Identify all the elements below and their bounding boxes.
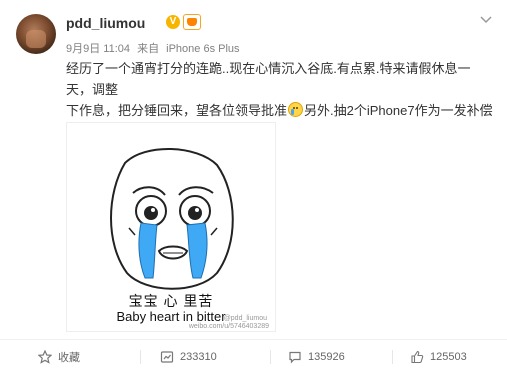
post-timestamp[interactable]: 9月9日 11:04 — [66, 43, 130, 55]
watermark-url: weibo.com/u/5746403289 — [188, 323, 269, 330]
post-meta: 9月9日 11:04 来自 iPhone 6s Plus — [66, 40, 240, 56]
member-crown-icon[interactable] — [183, 14, 201, 30]
like-button[interactable]: 125503 — [410, 340, 467, 373]
post-source[interactable]: iPhone 6s Plus — [166, 43, 239, 55]
favorite-button[interactable]: 收藏 — [38, 340, 80, 373]
user-avatar[interactable] — [16, 14, 56, 54]
comment-count: 135926 — [308, 351, 345, 363]
repost-button[interactable]: 233310 — [160, 340, 217, 373]
action-divider — [270, 350, 271, 364]
favorite-label: 收藏 — [58, 352, 80, 364]
comment-icon — [289, 351, 301, 364]
comment-button[interactable]: 135926 — [288, 340, 345, 373]
thumbs-up-icon — [411, 350, 424, 364]
post-text-line: 经历了一个通宵打分的连跪..现在心情沉入谷底.有点累.特来请假休息一天，调整 — [66, 61, 471, 97]
action-divider — [140, 350, 141, 364]
repost-icon — [160, 351, 174, 363]
star-icon — [38, 350, 52, 364]
repost-count: 233310 — [180, 351, 217, 363]
meme-caption-cn: 宝宝 心 里苦 — [128, 293, 214, 309]
watermark-user: @pdd_liumou — [223, 315, 267, 322]
weibo-post-card: pdd_liumou V 9月9日 11:04 来自 iPhone 6s Plu… — [0, 0, 507, 373]
action-divider — [392, 350, 393, 364]
crying-emoji-icon — [288, 102, 304, 117]
post-text-segment: 下作息，把分锤回来，望各位领导批准 — [66, 103, 288, 118]
like-count: 125503 — [430, 351, 467, 363]
username[interactable]: pdd_liumou — [66, 15, 145, 31]
chevron-down-icon[interactable] — [479, 13, 493, 27]
source-prefix: 来自 — [137, 43, 160, 55]
meme-image[interactable]: 宝宝 心 里苦 Baby heart in bitter @pdd_liumou… — [66, 122, 276, 332]
post-text-segment: 另外.抽2个iPhone7作为一发补偿 — [304, 103, 493, 118]
action-bar: 收藏 233310 135926 125503 — [0, 339, 507, 373]
verified-v-badge-icon[interactable]: V — [166, 15, 180, 29]
